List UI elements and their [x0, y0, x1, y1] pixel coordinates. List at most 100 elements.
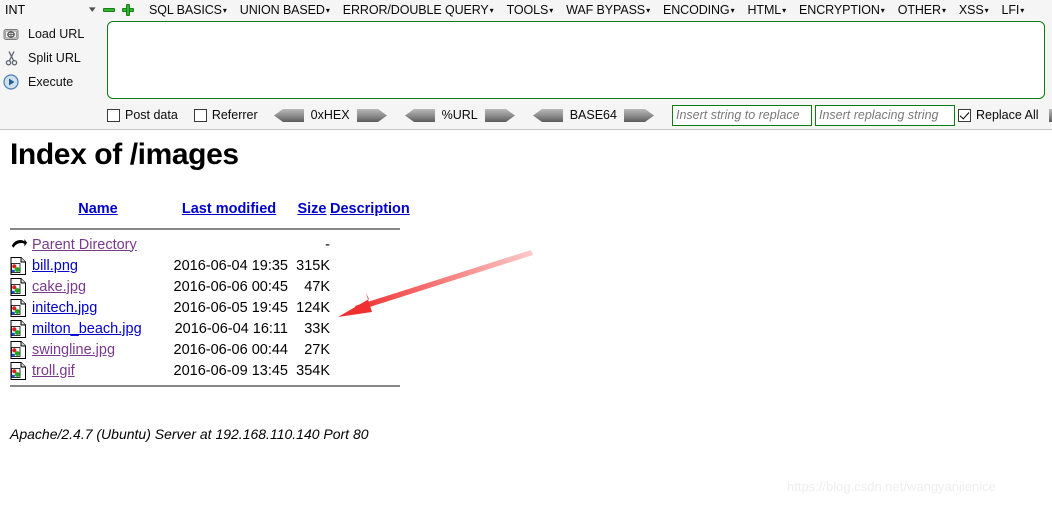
row-name-cell: cake.jpg: [32, 276, 164, 297]
referrer-checkbox[interactable]: Referrer: [193, 108, 258, 122]
hex-decode-button[interactable]: [273, 108, 304, 122]
file-link-bill-png[interactable]: bill.png: [32, 258, 78, 274]
footer-rule-row: [10, 381, 426, 391]
menu-xss[interactable]: XSS▾: [959, 3, 989, 17]
base64-encode-button[interactable]: [623, 108, 654, 122]
execute-label: Execute: [28, 75, 74, 89]
chevron-down-icon: ▾: [984, 5, 989, 15]
apache-directory-index: Index of /images Name Last modified Size…: [0, 130, 1052, 505]
header-size[interactable]: Size: [294, 196, 330, 224]
row-date-cell: 2016-06-04 16:11: [174, 320, 288, 337]
hackbar-options-row: Post data Referrer 0xHEX %URL BASE64 Ins…: [107, 104, 1052, 126]
split-url-button[interactable]: Split URL: [0, 46, 100, 70]
load-url-icon: [0, 27, 22, 42]
search-string-input[interactable]: [671, 104, 812, 126]
image-file-icon: [10, 277, 32, 296]
row-date-cell: 2016-06-05 19:45: [173, 299, 289, 316]
row-name-cell: initech.jpg: [32, 297, 164, 318]
remove-tab-button[interactable]: [101, 2, 117, 18]
row-icon-cell: [10, 339, 32, 360]
base64-decode-button[interactable]: [532, 108, 563, 122]
menu-label: TOOLS: [506, 2, 549, 17]
payload-type-value: INT: [5, 2, 26, 17]
menu-html[interactable]: HTML▾: [747, 3, 786, 17]
chevron-down-icon: ▾: [89, 4, 97, 14]
menu-other[interactable]: OTHER▾: [898, 3, 946, 17]
table-row: troll.gif 2016-06-09 13:45 354K: [10, 360, 426, 381]
row-icon-cell: [10, 360, 32, 381]
row-size-cell: 33K: [304, 320, 330, 337]
row-icon-cell: [10, 234, 32, 255]
menu-union-based[interactable]: UNION BASED▾: [240, 3, 330, 17]
encoder-hex: 0xHEX: [273, 108, 387, 122]
table-row: swingline.jpg 2016-06-06 00:44 27K: [10, 339, 426, 360]
row-description-cell: [330, 360, 426, 381]
plus-icon-vertical: [126, 3, 130, 16]
row-date-cell: 2016-06-06 00:45: [173, 278, 289, 295]
payload-type-select[interactable]: INT ▾: [2, 0, 98, 19]
sort-description-link[interactable]: Description: [330, 201, 410, 217]
chevron-down-icon: ▾: [1020, 5, 1025, 15]
header-description[interactable]: Description: [330, 196, 426, 224]
hackbar-action-column: Load URL Split URL Execute: [0, 22, 100, 94]
sort-name-link[interactable]: Name: [78, 201, 118, 217]
menu-label: UNION BASED: [239, 2, 325, 17]
parent-directory-link[interactable]: Parent Directory: [32, 237, 137, 253]
chevron-down-icon: ▾: [941, 5, 946, 15]
menu-sql-basics[interactable]: SQL BASICS▾: [149, 3, 227, 17]
encoder-url: %URL: [404, 108, 515, 122]
row-date-cell: 2016-06-06 00:44: [173, 341, 289, 358]
url-textarea[interactable]: [107, 21, 1045, 99]
row-size-cell: 315K: [296, 257, 330, 274]
file-link-swingline-jpg[interactable]: swingline.jpg: [32, 342, 115, 358]
row-name-cell: swingline.jpg: [32, 339, 164, 360]
menu-error-double-query[interactable]: ERROR/DOUBLE QUERY▾: [343, 3, 494, 17]
replace-all-checkbox[interactable]: Replace All: [957, 108, 1039, 122]
sort-last-modified-link[interactable]: Last modified: [182, 201, 276, 217]
menu-waf-bypass[interactable]: WAF BYPASS▾: [566, 3, 650, 17]
minus-icon: [103, 7, 115, 12]
menu-encryption[interactable]: ENCRYPTION▾: [799, 3, 885, 17]
execute-button[interactable]: Execute: [0, 70, 100, 94]
server-signature: Apache/2.4.7 (Ubuntu) Server at 192.168.…: [10, 426, 369, 442]
hackbar-toolbar: INT ▾ SQL BASICS▾ UNION BASED▾ ERROR/DOU…: [0, 0, 1052, 130]
checkbox-box: [107, 108, 120, 122]
file-link-milton-beach-jpg[interactable]: milton_beach.jpg: [32, 321, 142, 337]
hex-encode-button[interactable]: [356, 108, 387, 122]
menu-encoding[interactable]: ENCODING▾: [663, 3, 735, 17]
url-decode-button[interactable]: [404, 108, 435, 122]
replace-go-button[interactable]: [1048, 108, 1052, 122]
menu-label: ENCODING: [662, 2, 730, 17]
url-encode-button[interactable]: [484, 108, 515, 122]
image-file-icon: [10, 340, 32, 359]
table-row: Parent Directory -: [10, 234, 426, 255]
menu-label: SQL BASICS: [149, 2, 222, 17]
file-listing: Name Last modified Size Description Pare…: [10, 196, 426, 391]
add-tab-button[interactable]: [120, 2, 136, 18]
replace-string-input[interactable]: [814, 104, 955, 126]
menu-label: XSS: [958, 2, 984, 17]
load-url-label: Load URL: [28, 27, 85, 41]
menu-lfi[interactable]: LFI▾: [1002, 3, 1025, 17]
load-url-button[interactable]: Load URL: [0, 22, 100, 46]
sort-size-link[interactable]: Size: [297, 201, 326, 217]
menu-label: HTML: [747, 2, 782, 17]
page-title: Index of /images: [10, 138, 239, 171]
chevron-down-icon: ▾: [325, 5, 330, 15]
row-name-cell: troll.gif: [32, 360, 164, 381]
file-link-initech-jpg[interactable]: initech.jpg: [32, 300, 97, 316]
back-arrow-icon: [10, 237, 32, 253]
url-label: %URL: [441, 108, 478, 122]
table-row: cake.jpg 2016-06-06 00:45 47K: [10, 276, 426, 297]
file-link-cake-jpg[interactable]: cake.jpg: [32, 279, 86, 295]
checkbox-box: [193, 108, 207, 122]
header-name[interactable]: Name: [32, 196, 164, 224]
menu-tools[interactable]: TOOLS▾: [507, 3, 554, 17]
row-description-cell: [330, 297, 426, 318]
file-link-troll-gif[interactable]: troll.gif: [32, 363, 75, 379]
horizontal-rule: [10, 228, 400, 230]
post-data-checkbox[interactable]: Post data: [107, 108, 178, 122]
header-last-modified[interactable]: Last modified: [164, 196, 294, 224]
hex-label: 0xHEX: [310, 108, 350, 122]
row-description-cell: [330, 255, 426, 276]
